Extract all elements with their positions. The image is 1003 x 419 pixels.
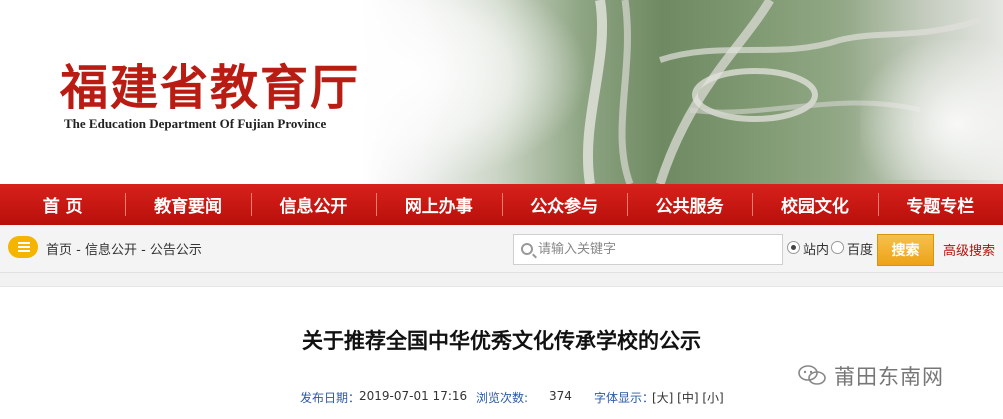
search-button[interactable]: 搜索 [877, 234, 934, 266]
radio-baidu-search[interactable] [831, 241, 844, 254]
font-size-label: 字体显示： [594, 391, 655, 405]
nav-item-online-services[interactable]: 网上办事 [376, 184, 501, 225]
banner-cloud-right [860, 40, 1003, 180]
font-size-options[interactable]: [大] [中] [小] [652, 389, 724, 406]
nav-item-public-service[interactable]: 公共服务 [626, 184, 752, 225]
search-icon [521, 243, 533, 255]
search-input[interactable] [538, 235, 778, 264]
header-banner: 福建省教育厅 The Education Department Of Fujia… [0, 0, 1003, 184]
breadcrumb-search-bar: 首页 - 信息公开 - 公告公示 站内 百度 搜索 高级搜索 [0, 225, 1003, 273]
nav-item-campus-culture[interactable]: 校园文化 [752, 184, 877, 225]
publish-date-label: 发布日期： [300, 391, 361, 405]
nav-item-special-topics[interactable]: 专题专栏 [877, 184, 1003, 225]
views-label: 浏览次数: [476, 391, 529, 405]
advanced-search-link[interactable]: 高级搜索 [943, 240, 995, 259]
site-logo-title[interactable]: 福建省教育厅 [60, 58, 360, 118]
list-menu-icon [8, 236, 38, 258]
publish-date-value: 2019-07-01 17:16 [359, 389, 468, 403]
radio-site-search[interactable] [787, 241, 800, 254]
radio-baidu-label: 百度 [847, 243, 874, 258]
site-logo-subtitle: The Education Department Of Fujian Provi… [64, 116, 327, 131]
article-title: 关于推荐全国中华优秀文化传承学校的公示 [302, 329, 701, 353]
views-count: 374 [549, 389, 572, 403]
main-nav: 首 页 教育要闻 信息公开 网上办事 公众参与 公共服务 校园文化 专题专栏 [0, 184, 1003, 225]
article-content: 关于推荐全国中华优秀文化传承学校的公示 发布日期： 2019-07-01 17:… [0, 286, 1003, 419]
nav-item-education-news[interactable]: 教育要闻 [125, 184, 250, 225]
search-box [513, 234, 783, 265]
breadcrumb[interactable]: 首页 - 信息公开 - 公告公示 [46, 239, 202, 258]
radio-site-label: 站内 [803, 243, 830, 258]
watermark-text: 莆田东南网 [834, 365, 944, 389]
nav-item-info-disclosure[interactable]: 信息公开 [250, 184, 376, 225]
watermark: 莆田东南网 [798, 361, 978, 389]
wechat-icon [798, 365, 826, 385]
nav-item-public-participation[interactable]: 公众参与 [501, 184, 627, 225]
nav-item-home[interactable]: 首 页 [0, 184, 125, 225]
